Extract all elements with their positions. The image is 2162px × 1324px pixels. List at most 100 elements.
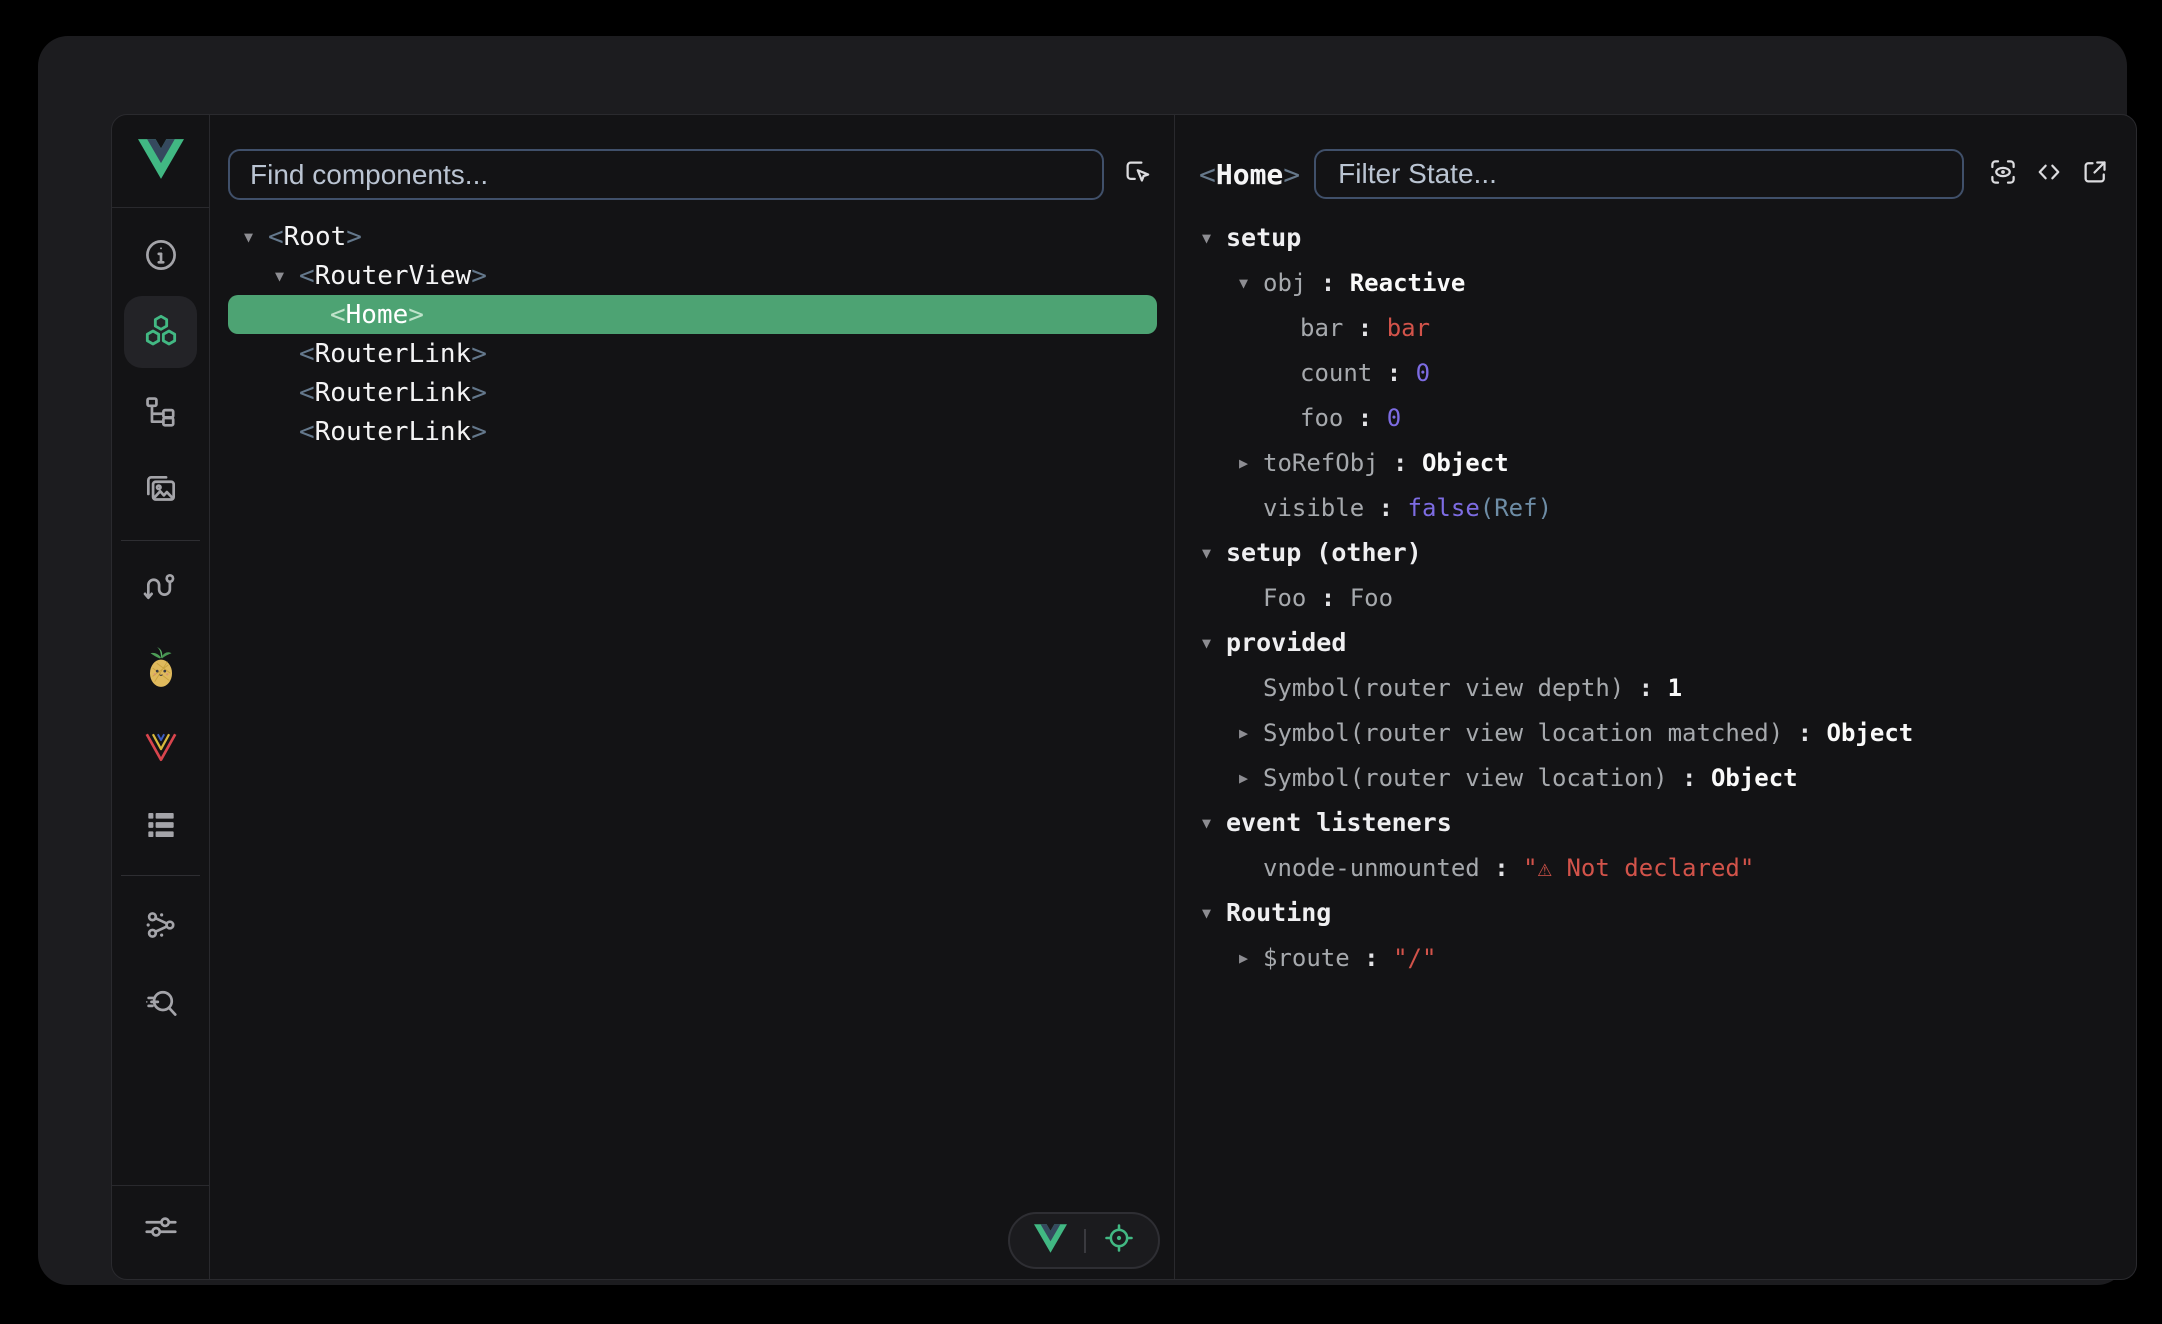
state-panel: <Home> (1175, 115, 2136, 1279)
vue-logo (1034, 1224, 1067, 1258)
expand-arrow-icon[interactable]: ▼ (1202, 229, 1226, 247)
state-row[interactable]: vnode-unmounted : "⚠ Not declared" (1175, 845, 2136, 890)
expand-arrow-icon[interactable]: ▶ (1239, 769, 1263, 787)
devtools-window: ▼<Root>▼<RouterView> <Home> <RouterLink> <R… (38, 36, 2127, 1285)
colon-separator: : (1343, 404, 1386, 432)
state-key: Symbol(router view depth) (1263, 674, 1624, 702)
sidebar-item-assets[interactable] (124, 454, 197, 526)
tree-node[interactable]: ▼<Root> (228, 217, 1157, 256)
vue-devtools-toggle-button[interactable] (1034, 1224, 1067, 1258)
state-value: Object (1827, 719, 1914, 747)
selected-component-name: Home (1216, 158, 1283, 191)
cursor-select-icon (1122, 157, 1152, 192)
state-row[interactable]: ▼obj : Reactive (1175, 260, 2136, 305)
expand-arrow-icon[interactable]: ▼ (1202, 814, 1226, 832)
component-tag: <RouterLink> (299, 378, 487, 408)
tree-node[interactable]: <RouterLink> (228, 334, 1157, 373)
expand-arrow-icon[interactable]: ▼ (1202, 544, 1226, 562)
state-key: count (1300, 359, 1372, 387)
state-value: Reactive (1350, 269, 1466, 297)
state-section-header[interactable]: ▼setup (1175, 215, 2136, 260)
state-row[interactable]: bar : bar (1175, 305, 2136, 350)
search-list-icon (142, 984, 180, 1022)
expand-arrow-icon[interactable]: ▼ (1239, 274, 1263, 292)
state-key: foo (1300, 404, 1343, 432)
colon-separator: : (1306, 584, 1349, 612)
expand-arrow-icon[interactable]: ▶ (1239, 454, 1263, 472)
sidebar-divider (121, 875, 200, 876)
floating-toolbar[interactable] (1008, 1212, 1160, 1269)
select-component-button[interactable] (1118, 156, 1156, 194)
tree-node[interactable]: <Home> (228, 295, 1157, 334)
sidebar-item-settings[interactable] (124, 1191, 197, 1263)
sidebar-item-pages[interactable] (124, 376, 197, 448)
find-components-input[interactable] (228, 149, 1104, 200)
tree-node[interactable]: <RouterLink> (228, 373, 1157, 412)
state-tree: ▼setup▼obj : Reactivebar : barcount : 0f… (1175, 215, 2136, 980)
vue-router-icon (143, 730, 179, 764)
sidebar-item-inspector[interactable] (124, 967, 197, 1039)
expand-arrow-icon[interactable]: ▶ (1239, 724, 1263, 742)
sitemap-icon (142, 393, 180, 431)
sidebar-item-graph[interactable] (124, 889, 197, 961)
sidebar-item-server[interactable] (124, 789, 197, 861)
sidebar-item-router[interactable] (124, 711, 197, 783)
info-icon (142, 236, 180, 274)
target-icon (1103, 1222, 1135, 1259)
open-in-new-button[interactable] (2078, 157, 2112, 191)
state-value: 1 (1668, 674, 1682, 702)
expand-arrow-icon[interactable]: ▼ (244, 228, 268, 246)
colon-separator: : (1306, 269, 1349, 297)
state-row[interactable]: Foo : Foo (1175, 575, 2136, 620)
tree-node[interactable]: <RouterLink> (228, 412, 1157, 451)
sidebar-item-overview[interactable] (124, 219, 197, 291)
colon-separator: : (1364, 494, 1407, 522)
devtools-panel: ▼<Root>▼<RouterView> <Home> <RouterLink> <R… (111, 114, 2137, 1280)
state-row[interactable]: count : 0 (1175, 350, 2136, 395)
sidebar-item-timeline[interactable] (124, 552, 197, 624)
component-tree: ▼<Root>▼<RouterView> <Home> <RouterLink> <R… (210, 217, 1174, 451)
selected-component-label: <Home> (1199, 158, 1300, 191)
sidebar-item-pinia[interactable] (124, 632, 197, 704)
state-row[interactable]: Symbol(router view depth) : 1 (1175, 665, 2136, 710)
state-row[interactable]: visible : false(Ref) (1175, 485, 2136, 530)
components-icon (141, 312, 181, 352)
scan-eye-icon (1988, 157, 2018, 192)
code-icon (2033, 157, 2065, 192)
component-tag: <RouterLink> (299, 417, 487, 447)
state-key: bar (1300, 314, 1343, 342)
state-row[interactable]: ▶Symbol(router view location) : Object (1175, 755, 2136, 800)
tree-node[interactable]: ▼<RouterView> (228, 256, 1157, 295)
component-tag: <Home> (330, 300, 424, 330)
state-section-header[interactable]: ▼setup (other) (1175, 530, 2136, 575)
state-section-header[interactable]: ▼Routing (1175, 890, 2136, 935)
colon-separator: : (1379, 449, 1422, 477)
pineapple-icon (143, 647, 179, 689)
sidebar-item-components[interactable] (124, 296, 197, 368)
state-row[interactable]: ▶toRefObj : Object (1175, 440, 2136, 485)
expand-arrow-icon[interactable]: ▼ (1202, 904, 1226, 922)
open-component-code-button[interactable] (2032, 157, 2066, 191)
expand-arrow-icon[interactable]: ▼ (275, 267, 299, 285)
state-section-header[interactable]: ▼provided (1175, 620, 2136, 665)
colon-separator: : (1480, 854, 1523, 882)
state-toolbar-icons (1974, 157, 2112, 191)
state-value: Object (1422, 449, 1509, 477)
filter-state-input[interactable] (1314, 149, 1964, 199)
state-key: Symbol(router view location matched) (1263, 719, 1783, 747)
expand-arrow-icon[interactable]: ▼ (1202, 634, 1226, 652)
state-value: bar (1387, 314, 1430, 342)
state-section-header[interactable]: ▼event listeners (1175, 800, 2136, 845)
state-value: Foo (1350, 584, 1393, 612)
expand-arrow-icon[interactable]: ▶ (1239, 949, 1263, 967)
state-value: false (1408, 494, 1480, 522)
external-link-icon (2080, 157, 2110, 192)
inspect-dom-button[interactable] (1986, 157, 2020, 191)
inspect-element-button[interactable] (1103, 1222, 1135, 1259)
tree-toolbar (210, 115, 1174, 200)
state-row[interactable]: ▶Symbol(router view location matched) : … (1175, 710, 2136, 755)
state-row[interactable]: foo : 0 (1175, 395, 2136, 440)
state-row[interactable]: ▶$route : "/" (1175, 935, 2136, 980)
vue-logo-box (112, 115, 209, 208)
section-title: Routing (1226, 898, 1331, 927)
